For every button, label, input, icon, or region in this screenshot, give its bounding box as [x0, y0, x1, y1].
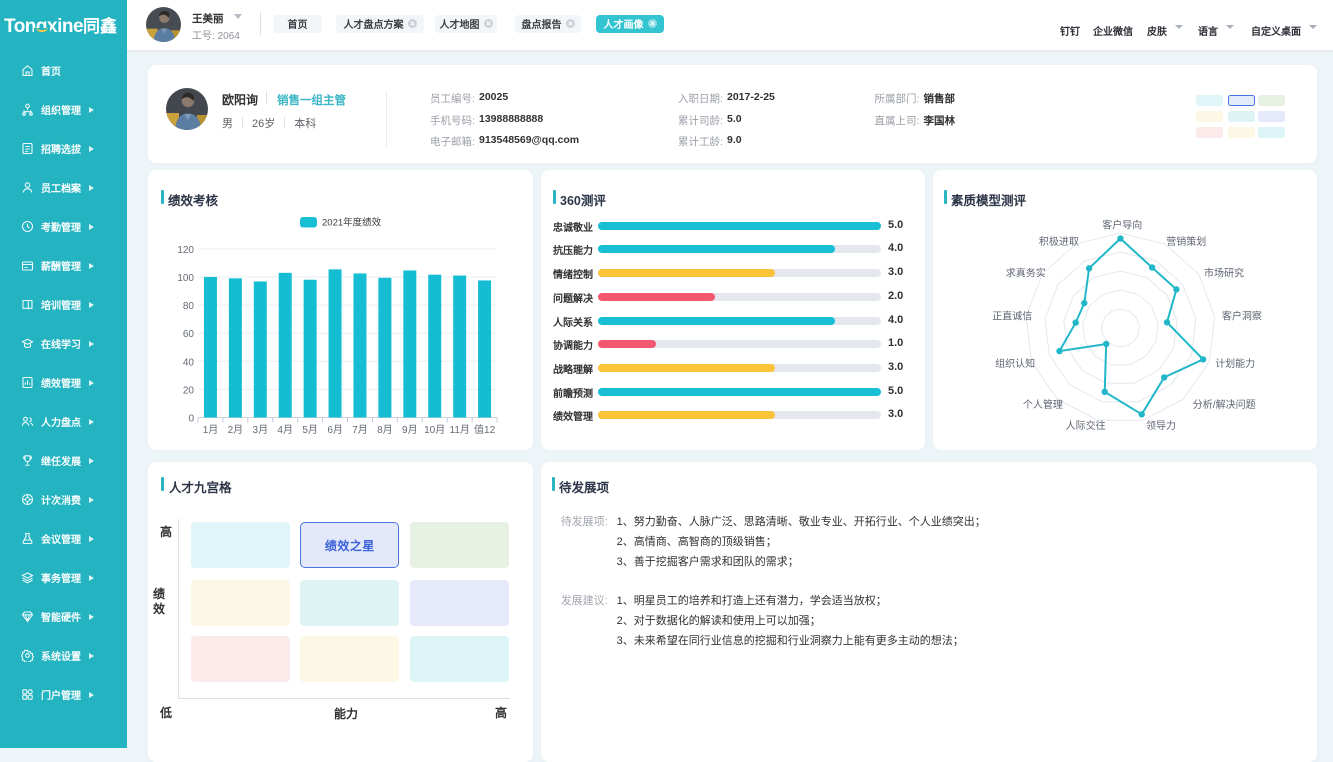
svg-text:10月: 10月 — [424, 424, 445, 436]
svg-text:100: 100 — [177, 273, 194, 284]
svg-text:正直诚信: 正直诚信 — [992, 310, 1032, 323]
svg-text:40: 40 — [183, 357, 195, 368]
svg-text:客户导向: 客户导向 — [1102, 218, 1142, 231]
svg-text:0: 0 — [188, 414, 194, 425]
svg-text:60: 60 — [183, 329, 195, 340]
svg-text:5月: 5月 — [302, 424, 318, 436]
svg-text:个人管理: 个人管理 — [1023, 398, 1063, 411]
svg-text:客户洞察: 客户洞察 — [1222, 310, 1262, 323]
svg-text:积极进取: 积极进取 — [1039, 235, 1079, 248]
svg-text:2月: 2月 — [228, 424, 244, 436]
svg-text:营销策划: 营销策划 — [1166, 235, 1206, 248]
svg-text:分析/解决问题: 分析/解决问题 — [1193, 398, 1256, 411]
svg-text:11月: 11月 — [450, 424, 470, 436]
svg-text:1月: 1月 — [203, 424, 219, 436]
svg-text:4月: 4月 — [277, 424, 293, 436]
svg-text:组织认知: 组织认知 — [995, 357, 1035, 370]
svg-text:值12: 值12 — [474, 423, 496, 436]
svg-text:计划能力: 计划能力 — [1215, 357, 1255, 370]
svg-text:领导力: 领导力 — [1146, 419, 1176, 432]
svg-text:80: 80 — [183, 301, 195, 312]
svg-text:20: 20 — [183, 385, 195, 396]
svg-text:人际交往: 人际交往 — [1066, 419, 1106, 432]
svg-text:9月: 9月 — [402, 424, 418, 436]
svg-text:市场研究: 市场研究 — [1204, 266, 1244, 279]
svg-text:6月: 6月 — [327, 424, 343, 436]
svg-text:7月: 7月 — [352, 424, 368, 436]
svg-text:120: 120 — [177, 245, 194, 256]
svg-text:求真务实: 求真务实 — [1006, 266, 1046, 279]
svg-text:8月: 8月 — [377, 424, 393, 436]
svg-text:3月: 3月 — [253, 424, 269, 436]
svg-text:2021年度绩效: 2021年度绩效 — [322, 217, 382, 229]
